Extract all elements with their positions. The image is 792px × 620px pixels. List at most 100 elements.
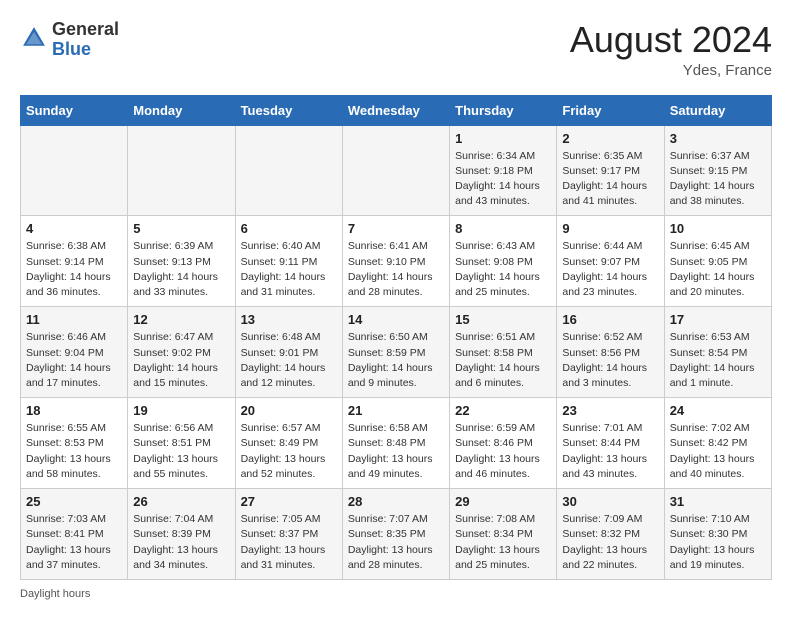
day-number: 7 [348, 221, 444, 236]
day-info: Sunrise: 7:02 AMSunset: 8:42 PMDaylight:… [670, 421, 766, 482]
day-number: 8 [455, 221, 551, 236]
day-info: Sunrise: 6:53 AMSunset: 8:54 PMDaylight:… [670, 330, 766, 391]
calendar-cell: 23Sunrise: 7:01 AMSunset: 8:44 PMDayligh… [557, 398, 664, 489]
day-info: Sunrise: 7:08 AMSunset: 8:34 PMDaylight:… [455, 512, 551, 573]
day-number: 30 [562, 494, 658, 509]
col-header-monday: Monday [128, 95, 235, 125]
calendar-cell [21, 125, 128, 216]
calendar-cell: 7 Sunrise: 6:41 AMSunset: 9:10 PMDaylight… [342, 216, 449, 307]
daylight-hours-label: Daylight hours [20, 588, 90, 600]
location: Ydes, France [570, 62, 772, 79]
calendar-cell: 12Sunrise: 6:47 AMSunset: 9:02 PMDayligh… [128, 307, 235, 398]
calendar-cell: 5 Sunrise: 6:39 AMSunset: 9:13 PMDaylight… [128, 216, 235, 307]
day-info: Sunrise: 6:58 AMSunset: 8:48 PMDaylight:… [348, 421, 444, 482]
day-number: 15 [455, 312, 551, 327]
col-header-thursday: Thursday [450, 95, 557, 125]
day-info: Sunrise: 6:48 AMSunset: 9:01 PMDaylight:… [241, 330, 337, 391]
calendar-cell: 21Sunrise: 6:58 AMSunset: 8:48 PMDayligh… [342, 398, 449, 489]
calendar-cell: 26 Sunrise: 7:04 AMSunset: 8:39 PMDayligh… [128, 489, 235, 580]
col-header-tuesday: Tuesday [235, 95, 342, 125]
day-info: Sunrise: 6:38 AMSunset: 9:14 PMDaylight:… [26, 239, 122, 300]
day-info: Sunrise: 6:51 AMSunset: 8:58 PMDaylight:… [455, 330, 551, 391]
day-number: 11 [26, 312, 122, 327]
day-number: 18 [26, 403, 122, 418]
calendar-cell: 15 Sunrise: 6:51 AMSunset: 8:58 PMDayligh… [450, 307, 557, 398]
week-row-5: 25 Sunrise: 7:03 AMSunset: 8:41 PMDayligh… [21, 489, 772, 580]
day-info: Sunrise: 7:05 AMSunset: 8:37 PMDaylight:… [241, 512, 337, 573]
logo-blue: Blue [52, 39, 91, 59]
day-number: 17 [670, 312, 766, 327]
day-number: 2 [562, 131, 658, 146]
logo: General Blue [20, 20, 119, 60]
calendar-cell: 8 Sunrise: 6:43 AMSunset: 9:08 PMDaylight… [450, 216, 557, 307]
day-number: 13 [241, 312, 337, 327]
week-row-2: 4 Sunrise: 6:38 AMSunset: 9:14 PMDaylight… [21, 216, 772, 307]
day-info: Sunrise: 6:46 AMSunset: 9:04 PMDaylight:… [26, 330, 122, 391]
week-row-4: 18 Sunrise: 6:55 AMSunset: 8:53 PMDayligh… [21, 398, 772, 489]
day-number: 27 [241, 494, 337, 509]
day-info: Sunrise: 6:39 AMSunset: 9:13 PMDaylight:… [133, 239, 229, 300]
calendar-cell: 16Sunrise: 6:52 AMSunset: 8:56 PMDayligh… [557, 307, 664, 398]
day-info: Sunrise: 6:35 AMSunset: 9:17 PMDaylight:… [562, 149, 658, 210]
calendar-cell: 20Sunrise: 6:57 AMSunset: 8:49 PMDayligh… [235, 398, 342, 489]
day-info: Sunrise: 6:45 AMSunset: 9:05 PMDaylight:… [670, 239, 766, 300]
day-number: 5 [133, 221, 229, 236]
calendar-cell: 24 Sunrise: 7:02 AMSunset: 8:42 PMDayligh… [664, 398, 771, 489]
calendar-cell [235, 125, 342, 216]
day-info: Sunrise: 7:07 AMSunset: 8:35 PMDaylight:… [348, 512, 444, 573]
day-info: Sunrise: 6:34 AMSunset: 9:18 PMDaylight:… [455, 149, 551, 210]
calendar-cell: 28 Sunrise: 7:07 AMSunset: 8:35 PMDayligh… [342, 489, 449, 580]
calendar-table: SundayMondayTuesdayWednesdayThursdayFrid… [20, 95, 772, 580]
calendar-cell: 29 Sunrise: 7:08 AMSunset: 8:34 PMDayligh… [450, 489, 557, 580]
day-info: Sunrise: 7:03 AMSunset: 8:41 PMDaylight:… [26, 512, 122, 573]
calendar-header-row: SundayMondayTuesdayWednesdayThursdayFrid… [21, 95, 772, 125]
calendar-cell: 4 Sunrise: 6:38 AMSunset: 9:14 PMDaylight… [21, 216, 128, 307]
day-info: Sunrise: 6:37 AMSunset: 9:15 PMDaylight:… [670, 149, 766, 210]
day-info: Sunrise: 6:47 AMSunset: 9:02 PMDaylight:… [133, 330, 229, 391]
week-row-3: 11 Sunrise: 6:46 AMSunset: 9:04 PMDayligh… [21, 307, 772, 398]
calendar-cell: 18 Sunrise: 6:55 AMSunset: 8:53 PMDayligh… [21, 398, 128, 489]
page-header: General Blue August 2024 Ydes, France [20, 20, 772, 79]
calendar-cell: 3Sunrise: 6:37 AMSunset: 9:15 PMDaylight… [664, 125, 771, 216]
day-info: Sunrise: 7:01 AMSunset: 8:44 PMDaylight:… [562, 421, 658, 482]
day-number: 28 [348, 494, 444, 509]
logo-text: General Blue [52, 20, 119, 60]
calendar-cell: 13 Sunrise: 6:48 AMSunset: 9:01 PMDayligh… [235, 307, 342, 398]
day-info: Sunrise: 6:43 AMSunset: 9:08 PMDaylight:… [455, 239, 551, 300]
col-header-sunday: Sunday [21, 95, 128, 125]
day-info: Sunrise: 6:50 AMSunset: 8:59 PMDaylight:… [348, 330, 444, 391]
logo-general: General [52, 19, 119, 39]
calendar-cell: 6 Sunrise: 6:40 AMSunset: 9:11 PMDaylight… [235, 216, 342, 307]
day-info: Sunrise: 6:41 AMSunset: 9:10 PMDaylight:… [348, 239, 444, 300]
day-info: Sunrise: 6:40 AMSunset: 9:11 PMDaylight:… [241, 239, 337, 300]
day-number: 24 [670, 403, 766, 418]
day-number: 19 [133, 403, 229, 418]
day-number: 22 [455, 403, 551, 418]
calendar-cell: 31Sunrise: 7:10 AMSunset: 8:30 PMDayligh… [664, 489, 771, 580]
week-row-1: 1 Sunrise: 6:34 AMSunset: 9:18 PMDaylight… [21, 125, 772, 216]
day-number: 1 [455, 131, 551, 146]
calendar-cell: 14 Sunrise: 6:50 AMSunset: 8:59 PMDayligh… [342, 307, 449, 398]
calendar-cell: 2 Sunrise: 6:35 AMSunset: 9:17 PMDaylight… [557, 125, 664, 216]
footer-note: Daylight hours [20, 588, 772, 600]
day-info: Sunrise: 6:55 AMSunset: 8:53 PMDaylight:… [26, 421, 122, 482]
day-info: Sunrise: 7:04 AMSunset: 8:39 PMDaylight:… [133, 512, 229, 573]
col-header-wednesday: Wednesday [342, 95, 449, 125]
day-number: 31 [670, 494, 766, 509]
calendar-cell [128, 125, 235, 216]
day-number: 29 [455, 494, 551, 509]
col-header-friday: Friday [557, 95, 664, 125]
day-number: 26 [133, 494, 229, 509]
day-info: Sunrise: 6:57 AMSunset: 8:49 PMDaylight:… [241, 421, 337, 482]
calendar-cell: 9Sunrise: 6:44 AMSunset: 9:07 PMDaylight… [557, 216, 664, 307]
day-number: 4 [26, 221, 122, 236]
day-info: Sunrise: 6:44 AMSunset: 9:07 PMDaylight:… [562, 239, 658, 300]
calendar-cell: 19Sunrise: 6:56 AMSunset: 8:51 PMDayligh… [128, 398, 235, 489]
day-info: Sunrise: 7:09 AMSunset: 8:32 PMDaylight:… [562, 512, 658, 573]
day-number: 6 [241, 221, 337, 236]
day-number: 25 [26, 494, 122, 509]
day-number: 14 [348, 312, 444, 327]
logo-icon [20, 24, 48, 57]
calendar-cell: 17 Sunrise: 6:53 AMSunset: 8:54 PMDayligh… [664, 307, 771, 398]
calendar-cell: 30 Sunrise: 7:09 AMSunset: 8:32 PMDayligh… [557, 489, 664, 580]
